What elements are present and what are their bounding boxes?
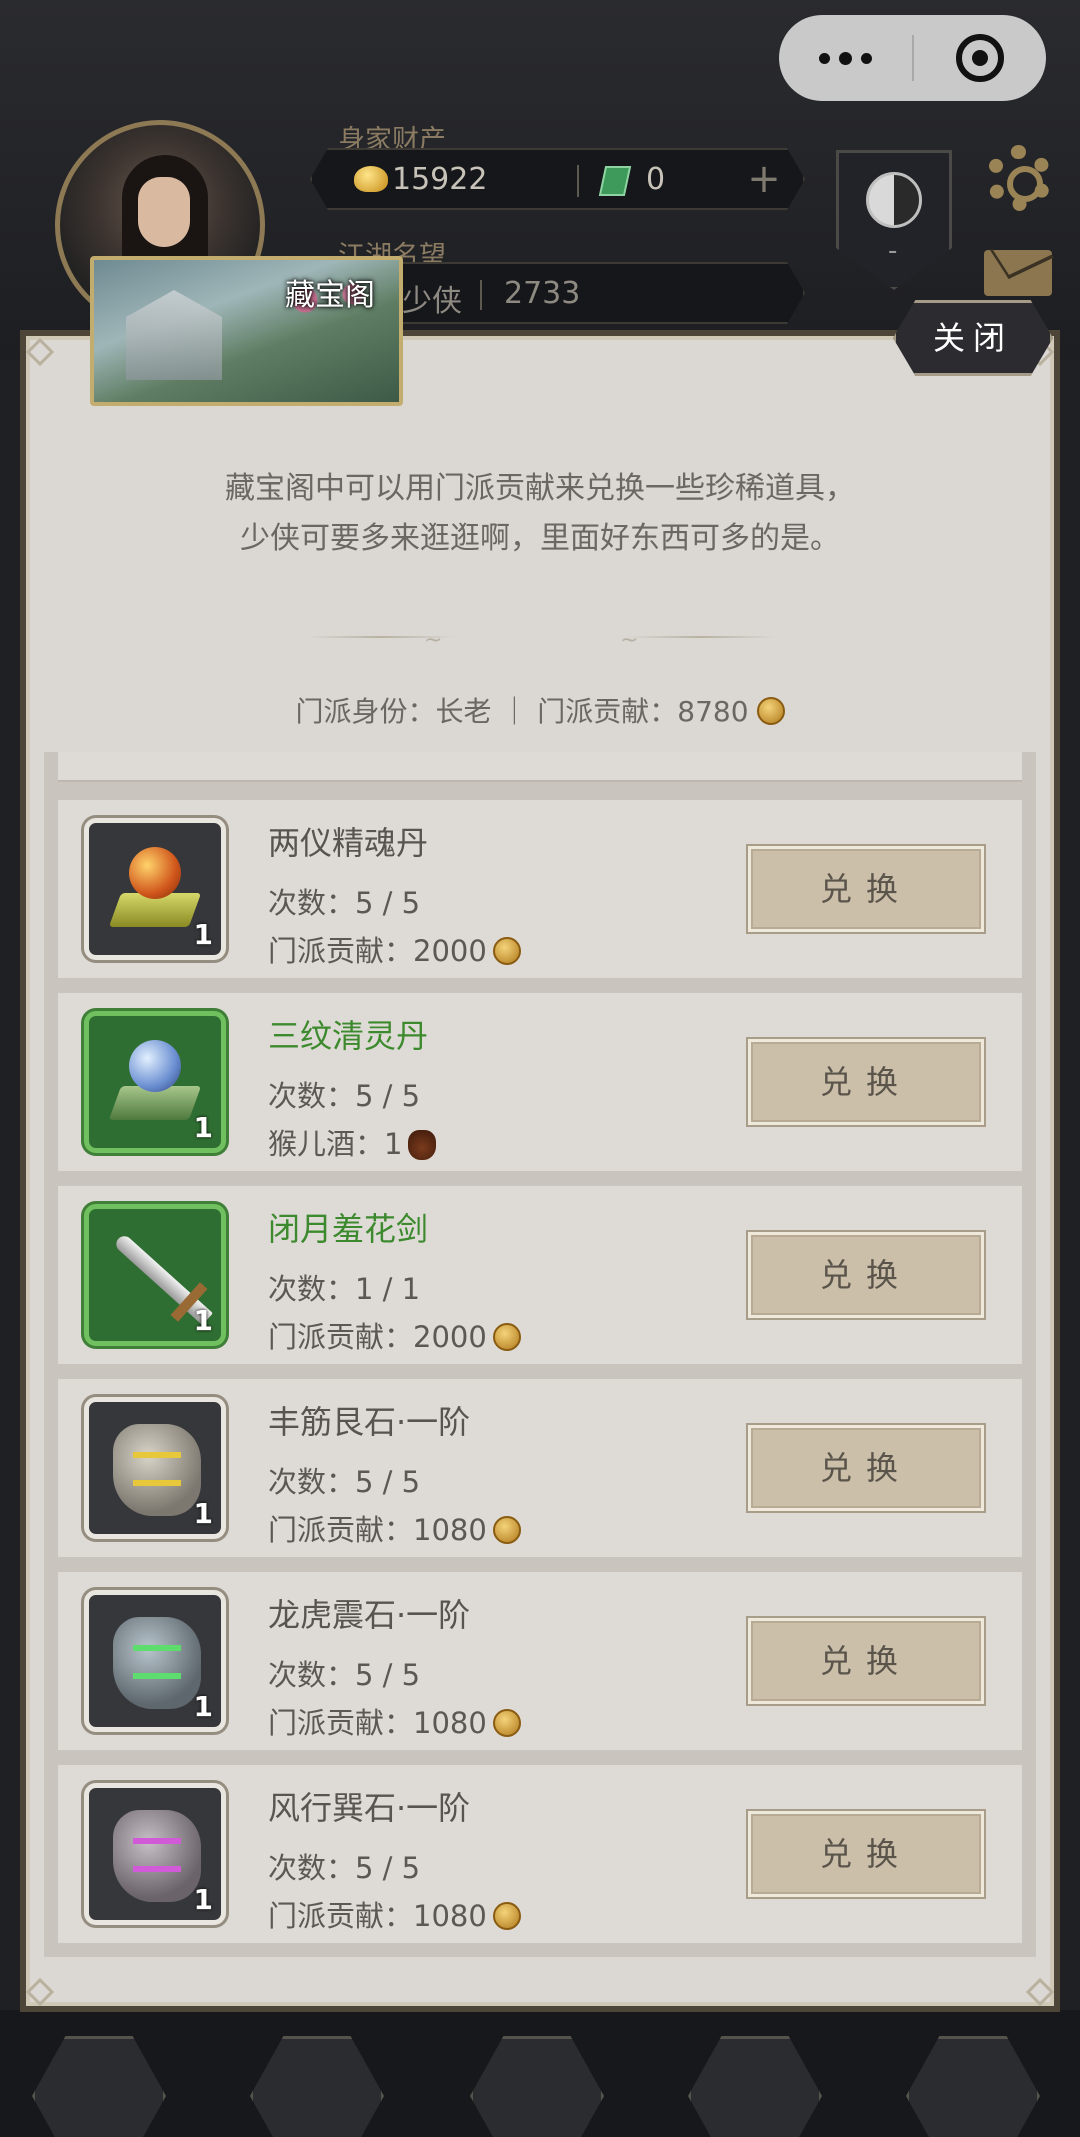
fame-value: 2733: [504, 276, 581, 311]
item-thumbnail[interactable]: 1: [84, 1204, 226, 1346]
item-thumbnail[interactable]: 1: [84, 1011, 226, 1153]
item-cost: 门派贡献：1080: [268, 1700, 521, 1742]
item-cost-text: 门派贡献：1080: [268, 1513, 487, 1547]
item-cost-text: 门派贡献：1080: [268, 1706, 487, 1740]
item-quantity: 1: [193, 1111, 213, 1144]
item-count: 次数：5 / 5: [268, 1079, 421, 1113]
item-name: 两仪精魂丹: [268, 824, 429, 862]
contribution-coin-icon: [492, 937, 521, 965]
list-item: 1 三纹清灵丹 次数：5 / 5 猴儿酒：1 兑换: [58, 993, 1022, 1171]
decorative-swirl: ~: [620, 628, 639, 653]
item-count: 次数：5 / 5: [268, 1658, 421, 1692]
item-thumbnail[interactable]: 1: [84, 1397, 226, 1539]
contribution-coin-icon: [492, 1709, 521, 1737]
exchange-button[interactable]: 兑换: [748, 1425, 984, 1511]
item-cost: 门派贡献：2000: [268, 928, 521, 970]
intro-text: 藏宝阁中可以用门派贡献来兑换一些珍稀道具， 少侠可要多来逛逛啊，里面好东西可多的…: [120, 464, 960, 564]
decorative-line: [626, 636, 776, 638]
item-quantity: 1: [193, 1304, 213, 1337]
item-quantity: 1: [193, 1690, 213, 1723]
item-quantity: 1: [193, 1883, 213, 1916]
list-item: 1 两仪精魂丹 次数：5 / 5 门派贡献：2000 兑换: [58, 800, 1022, 978]
item-cost: 门派贡献：1080: [268, 1893, 521, 1935]
list-item: 1 龙虎震石·一阶 次数：5 / 5 门派贡献：1080 兑换: [58, 1572, 1022, 1750]
contribution-coin-icon: [756, 697, 785, 725]
item-thumbnail[interactable]: 1: [84, 1590, 226, 1732]
exchange-button[interactable]: 兑换: [748, 1039, 984, 1125]
mail-icon[interactable]: [984, 250, 1052, 296]
item-count: 次数：5 / 5: [268, 886, 421, 920]
close-button[interactable]: 关闭: [893, 300, 1053, 376]
item-cost-text: 门派贡献：2000: [268, 1320, 487, 1354]
list-item: 1 风行巽石·一阶 次数：5 / 5 门派贡献：1080 兑换: [58, 1765, 1022, 1943]
divider: [577, 165, 579, 197]
sect-status: 门派身份：长老 ｜ 门派贡献：8780: [0, 690, 1080, 730]
wine-jar-icon: [408, 1130, 437, 1160]
gold-ingot-icon: [354, 166, 388, 192]
item-cost: 门派贡献：2000: [268, 1314, 521, 1356]
more-dots-icon[interactable]: [779, 15, 912, 101]
item-name: 丰筋艮石·一阶: [268, 1403, 471, 1441]
taiji-icon: [866, 172, 922, 228]
item-name: 风行巽石·一阶: [268, 1789, 471, 1827]
sect-badge-text: -: [888, 236, 898, 266]
add-currency-button[interactable]: +: [744, 159, 784, 200]
item-cost-text: 门派贡献：1080: [268, 1899, 487, 1933]
item-quantity: 1: [193, 1497, 213, 1530]
divider: [480, 280, 482, 310]
target-circle-icon[interactable]: [914, 15, 1046, 101]
list-item-partial: [58, 752, 1022, 782]
elixir-icon: [129, 1040, 181, 1092]
item-name: 闭月羞花剑: [268, 1210, 429, 1248]
contribution-coin-icon: [492, 1902, 521, 1930]
intro-line: 藏宝阁中可以用门派贡献来兑换一些珍稀道具，: [225, 471, 855, 506]
fame-rank: 少侠: [402, 284, 462, 319]
miniprogram-capsule: [779, 15, 1046, 101]
exchange-list[interactable]: 1 两仪精魂丹 次数：5 / 5 门派贡献：2000 兑换 1 三纹清灵丹 次数…: [44, 752, 1036, 1957]
exchange-button[interactable]: 兑换: [748, 846, 984, 932]
intro-line: 少侠可要多来逛逛啊，里面好东西可多的是。: [240, 521, 840, 556]
list-item: 1 丰筋艮石·一阶 次数：5 / 5 门派贡献：1080 兑换: [58, 1379, 1022, 1557]
item-count: 次数：1 / 1: [268, 1272, 421, 1306]
dialog-title: 藏宝阁: [285, 278, 375, 313]
gold-value: 15922: [392, 162, 488, 197]
gear-icon[interactable]: [986, 145, 1052, 211]
jade-value: 0: [646, 162, 666, 197]
item-name: 龙虎震石·一阶: [268, 1596, 471, 1634]
item-count: 次数：5 / 5: [268, 1465, 421, 1499]
item-cost: 门派贡献：1080: [268, 1507, 521, 1549]
contribution-coin-icon: [492, 1516, 521, 1544]
exchange-button[interactable]: 兑换: [748, 1811, 984, 1897]
item-quantity: 1: [193, 918, 213, 951]
contribution-coin-icon: [492, 1323, 521, 1351]
decorative-swirl: ~: [424, 628, 443, 653]
item-name: 三纹清灵丹: [268, 1017, 429, 1055]
elixir-icon: [129, 847, 181, 899]
item-thumbnail[interactable]: 1: [84, 818, 226, 960]
item-cost-text: 门派贡献：2000: [268, 934, 487, 968]
sect-status-text: 门派身份：长老 ｜ 门派贡献：8780: [295, 695, 749, 728]
exchange-button[interactable]: 兑换: [748, 1232, 984, 1318]
item-thumbnail[interactable]: 1: [84, 1783, 226, 1925]
item-cost-text: 猴儿酒：1: [268, 1127, 403, 1161]
item-count: 次数：5 / 5: [268, 1851, 421, 1885]
list-item: 1 闭月羞花剑 次数：1 / 1 门派贡献：2000 兑换: [58, 1186, 1022, 1364]
exchange-button[interactable]: 兑换: [748, 1618, 984, 1704]
item-cost: 猴儿酒：1: [268, 1121, 437, 1163]
